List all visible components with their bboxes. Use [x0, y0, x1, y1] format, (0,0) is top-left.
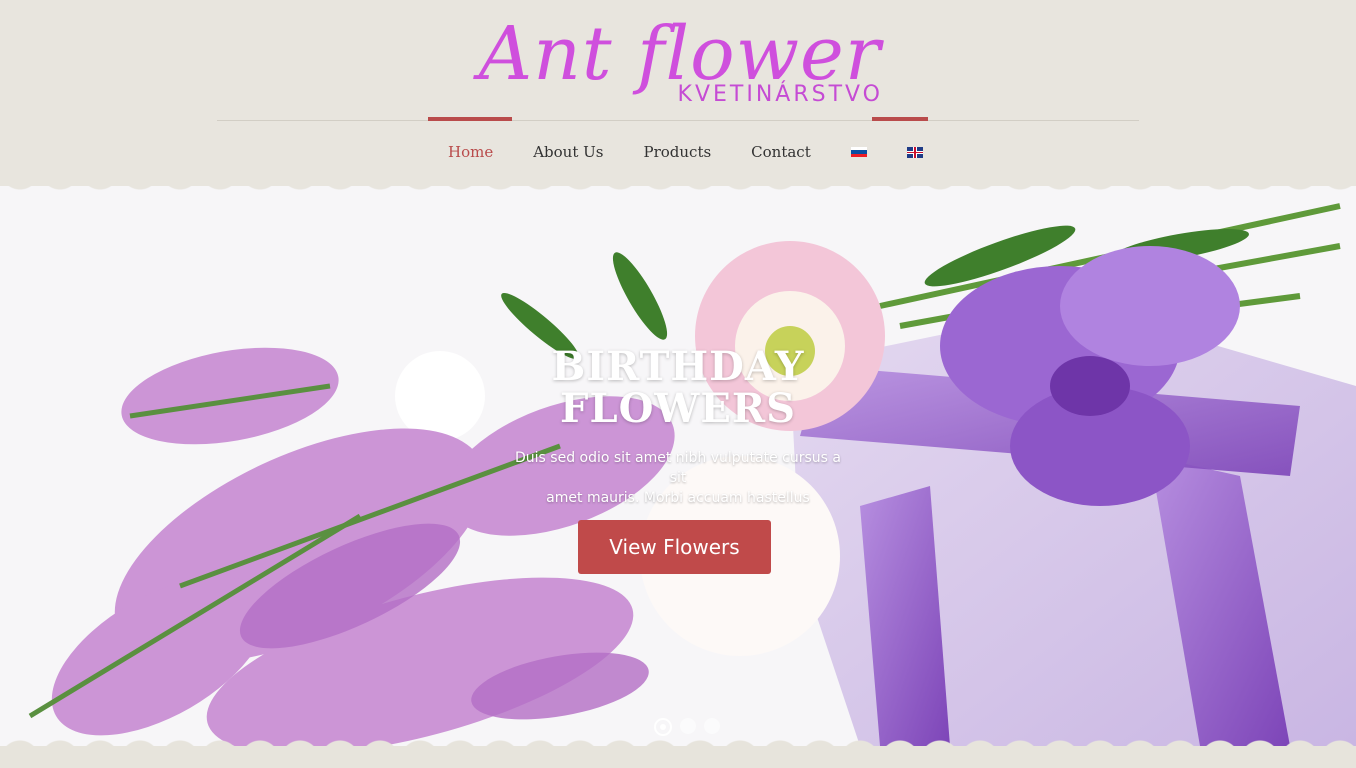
slide-dot-1[interactable] [654, 718, 672, 736]
header-scallop-border [0, 170, 1356, 202]
hero-text-line2: amet mauris. Morbi accuam hastellus [546, 490, 810, 506]
nav-about-us[interactable]: About Us [533, 143, 603, 161]
view-flowers-button[interactable]: View Flowers [578, 520, 771, 574]
slider-pagination [654, 718, 720, 736]
slide-dot-3[interactable] [704, 718, 720, 734]
nav-products[interactable]: Products [643, 143, 711, 161]
slovak-flag-icon[interactable] [850, 146, 867, 158]
slide-dot-2[interactable] [680, 718, 696, 734]
active-accent-right [872, 117, 928, 121]
nav-home[interactable]: Home [448, 143, 493, 161]
main-nav: Home About Us Products Contact [428, 138, 943, 166]
hero-text-line1: Duis sed odio sit amet nibh vulputate cu… [515, 450, 841, 486]
active-accent-left [428, 117, 512, 121]
nav-contact[interactable]: Contact [751, 143, 811, 161]
hero-title: BIRTHDAY FLOWERS [428, 346, 928, 430]
hero-slider: BIRTHDAY FLOWERS Duis sed odio sit amet … [0, 186, 1356, 746]
english-flag-icon[interactable] [906, 146, 923, 158]
logo-subtitle: KVETINÁRSTVO [677, 82, 883, 107]
hero-title-line1: BIRTHDAY [551, 343, 805, 390]
hero-description: Duis sed odio sit amet nibh vulputate cu… [508, 448, 848, 508]
site-logo[interactable]: Ant flower KVETINÁRSTVO [455, 8, 905, 112]
footer-strip [0, 752, 1356, 768]
header-divider [217, 120, 1139, 121]
site-header: Ant flower KVETINÁRSTVO Home About Us Pr… [0, 0, 1356, 186]
hero-title-line2: FLOWERS [560, 385, 796, 432]
